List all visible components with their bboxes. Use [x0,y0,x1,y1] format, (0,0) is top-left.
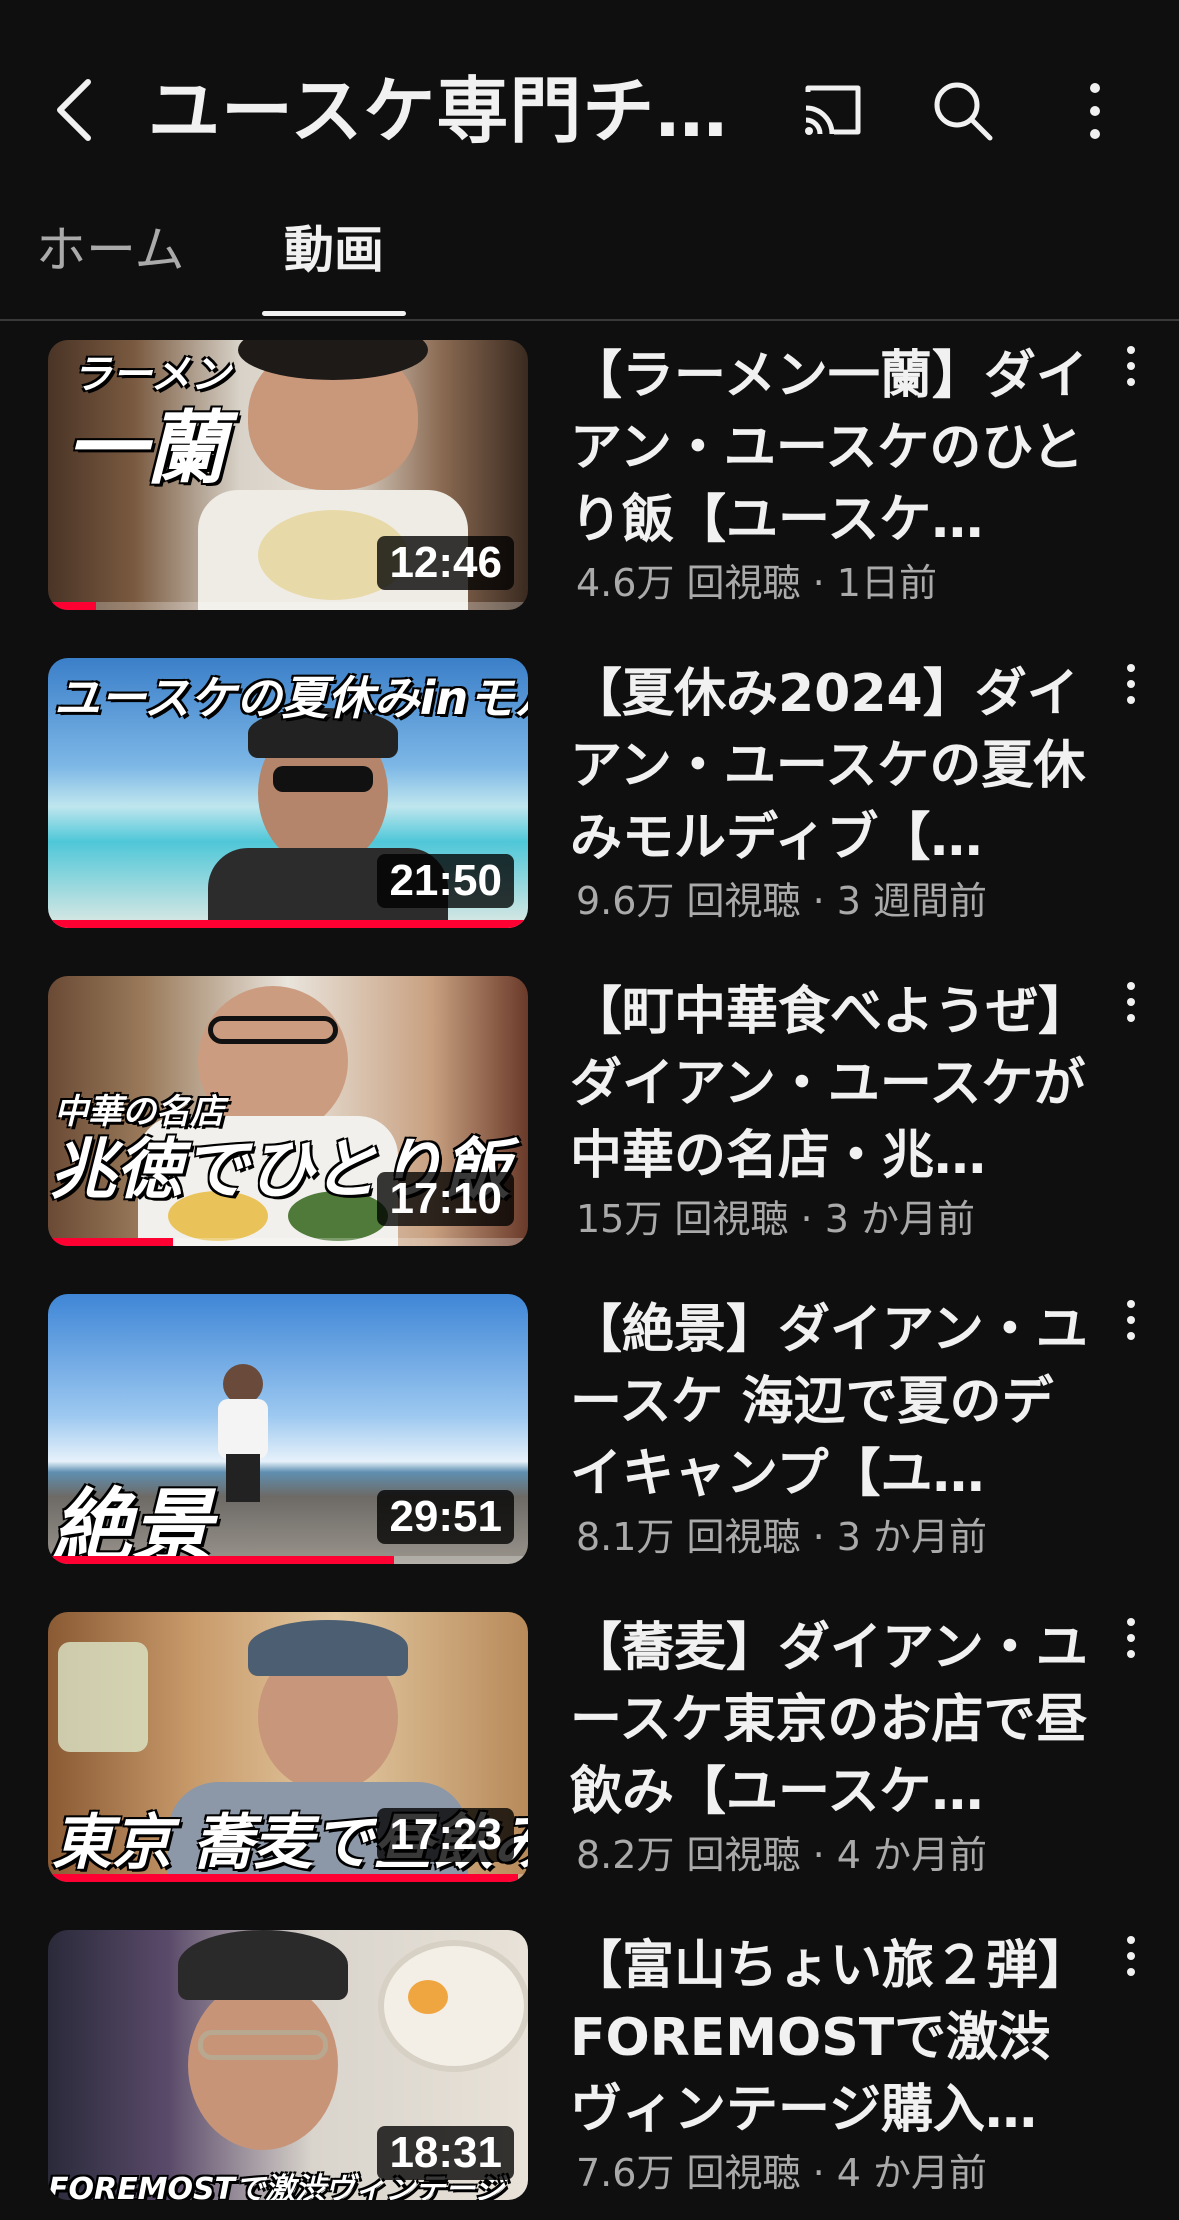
upload-age: 3 か月前 [836,1515,988,1559]
eyeglasses [208,1016,338,1044]
video-item[interactable]: 東京 蕎麦で昼飲み 17:23 【蕎麦】ダイアン・ユースケ東京のお店で昼飲み【ユ… [0,1612,1179,1902]
upload-age: 4 か月前 [836,1833,988,1877]
ramen-bowl [378,1940,528,2072]
person-cap [248,1620,408,1676]
thumbnail-caption-top: ユースケの夏休みinモルディブ [54,671,528,725]
video-meta: 9.6万 回視聴 · 3 週間前 [576,879,988,923]
active-tab-indicator [262,311,406,316]
video-item[interactable]: ユースケの夏休みinモルディブ 21:50 【夏休み2024】ダイアン・ユースケ… [0,658,1179,948]
duration-badge: 29:51 [377,1490,514,1544]
video-menu-icon[interactable] [1116,1300,1146,1360]
duration-badge: 21:50 [377,854,514,908]
duration-badge: 12:46 [377,536,514,590]
duration-badge: 18:31 [377,2126,514,2180]
video-thumbnail[interactable]: FOREMOSTで激渋ヴィンテージ 18:31 [48,1930,528,2200]
video-thumbnail[interactable]: ユースケの夏休みinモルディブ 21:50 [48,658,528,928]
search-icon[interactable] [930,78,996,144]
video-thumbnail[interactable]: 絶景 29:51 [48,1294,528,1564]
video-title[interactable]: 【夏休み2024】ダイアン・ユースケの夏休みモルディブ【… [570,658,1100,874]
video-item[interactable]: 中華の名店 兆徳でひとり飯 17:10 【町中華食べようぜ】ダイアン・ユースケが… [0,976,1179,1266]
video-item[interactable]: FOREMOSTで激渋ヴィンテージ 18:31 【富山ちょい旅２弾】FOREMO… [0,1930,1179,2220]
video-title[interactable]: 【町中華食べようぜ】ダイアン・ユースケが中華の名店・兆… [570,976,1100,1192]
upload-age: 3 か月前 [824,1197,975,1241]
watch-progress [48,1238,173,1246]
watch-progress [48,920,528,928]
video-meta: 4.6万 回視聴 · 1日前 [576,561,937,605]
video-meta: 7.6万 回視聴 · 4 か月前 [576,2151,988,2195]
watch-progress [48,1874,519,1882]
cast-icon[interactable] [800,78,864,142]
video-thumbnail[interactable]: ラーメン 一蘭 12:46 [48,340,528,610]
video-menu-icon[interactable] [1116,982,1146,1042]
watch-progress [48,1556,394,1564]
more-icon[interactable] [1080,78,1110,144]
thumbnail-caption: 絶景 [52,1480,212,1564]
glass-drink [58,1642,148,1752]
view-count: 9.6万 回視聴 [576,879,801,923]
person-pants [226,1454,260,1502]
video-thumbnail[interactable]: 東京 蕎麦で昼飲み 17:23 [48,1612,528,1882]
video-item[interactable]: 絶景 29:51 【絶景】ダイアン・ユースケ 海辺で夏のデイキャンプ【ユ… 8.… [0,1294,1179,1584]
person-face [188,1980,338,2150]
duration-badge: 17:10 [377,1172,514,1226]
video-thumbnail[interactable]: 中華の名店 兆徳でひとり飯 17:10 [48,976,528,1246]
egg-topping [408,1980,448,2014]
tab-home[interactable]: ホーム [36,215,185,285]
video-title[interactable]: 【蕎麦】ダイアン・ユースケ東京のお店で昼飲み【ユースケ… [570,1612,1100,1828]
person-cap [178,1930,348,2000]
view-count: 7.6万 回視聴 [576,2151,801,2195]
video-meta: 15万 回視聴 · 3 か月前 [576,1197,975,1241]
video-menu-icon[interactable] [1116,1618,1146,1678]
channel-title: ユースケ専門チ… [148,69,729,153]
app-header: ユースケ専門チ… [0,0,1179,225]
tabs-divider [0,319,1179,321]
view-count: 15万 回視聴 [576,1197,789,1241]
video-menu-icon[interactable] [1116,1936,1146,1996]
eyeglasses [198,2030,328,2060]
video-title[interactable]: 【富山ちょい旅２弾】FOREMOSTで激渋ヴィンテージ購入… [570,1930,1100,2146]
channel-tabs: ホーム 動画 [0,205,1179,320]
sunglasses [273,766,373,792]
back-icon[interactable] [44,70,104,150]
view-count: 8.2万 回視聴 [576,1833,801,1877]
upload-age: 1日前 [836,561,937,605]
person-shirt [218,1399,268,1459]
view-count: 8.1万 回視聴 [576,1515,801,1559]
video-title[interactable]: 【ラーメン一蘭】ダイアン・ユースケのひとり飯【ユースケ… [570,340,1100,556]
video-item[interactable]: ラーメン 一蘭 12:46 【ラーメン一蘭】ダイアン・ユースケのひとり飯【ユース… [0,340,1179,630]
video-meta: 8.1万 回視聴 · 3 か月前 [576,1515,988,1559]
duration-badge: 17:23 [377,1808,514,1862]
watch-progress [48,602,96,610]
tab-videos[interactable]: 動画 [284,215,384,285]
upload-age: 3 週間前 [836,879,988,923]
upload-age: 4 か月前 [836,2151,988,2195]
thumbnail-caption: 一蘭 [66,402,226,495]
video-menu-icon[interactable] [1116,346,1146,406]
video-title[interactable]: 【絶景】ダイアン・ユースケ 海辺で夏のデイキャンプ【ユ… [570,1294,1100,1510]
view-count: 4.6万 回視聴 [576,561,801,605]
video-menu-icon[interactable] [1116,664,1146,724]
person-head [223,1364,263,1404]
watch-progress-track [48,602,528,610]
video-meta: 8.2万 回視聴 · 4 か月前 [576,1833,988,1877]
